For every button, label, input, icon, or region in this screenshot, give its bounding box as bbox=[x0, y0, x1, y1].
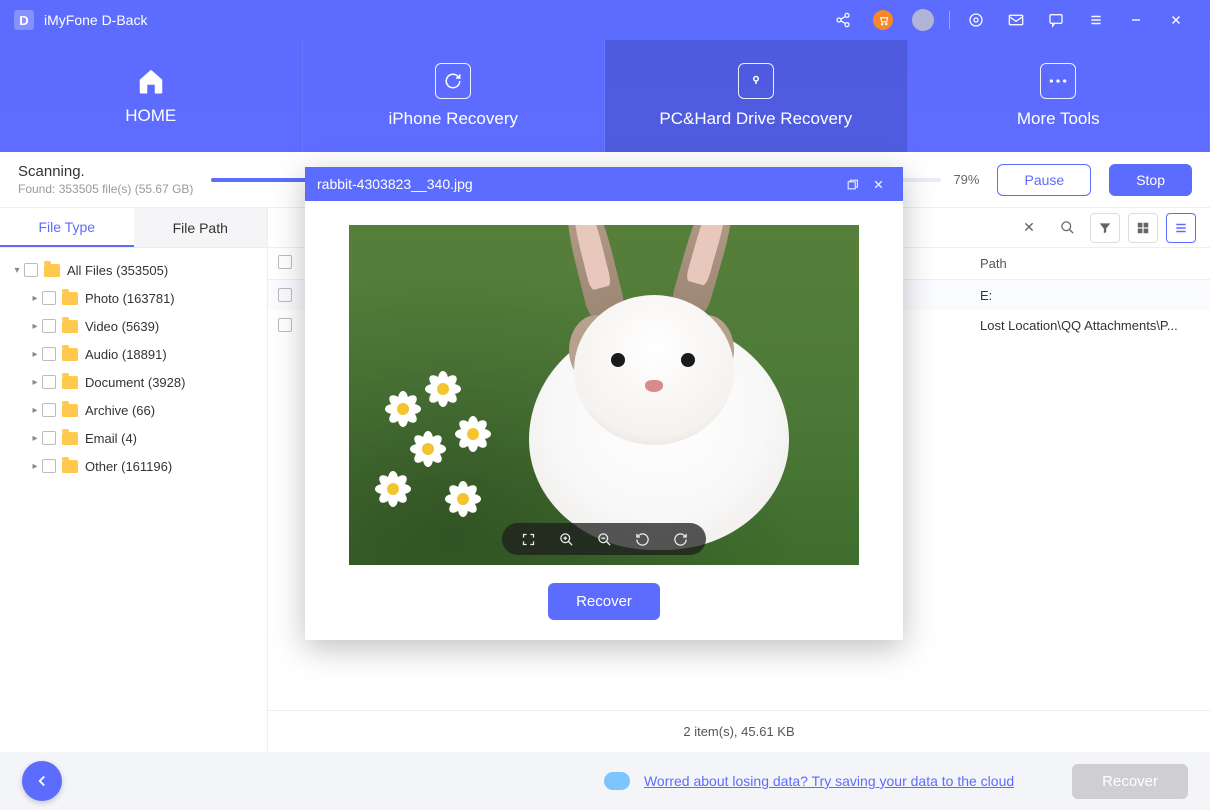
nav-iphone-label: iPhone Recovery bbox=[389, 109, 518, 129]
scan-status-label: Scanning. bbox=[18, 163, 193, 180]
home-icon bbox=[134, 66, 168, 96]
tab-file-type[interactable]: File Type bbox=[0, 208, 134, 247]
tree-label: Archive (66) bbox=[85, 403, 155, 418]
modal-filename: rabbit-4303823__340.jpg bbox=[317, 176, 473, 192]
folder-icon bbox=[62, 432, 78, 445]
stop-button[interactable]: Stop bbox=[1109, 164, 1192, 196]
tree-label: Audio (18891) bbox=[85, 347, 167, 362]
tree-other[interactable]: ▸Other (161196) bbox=[4, 452, 263, 480]
nav-iphone-recovery[interactable]: iPhone Recovery bbox=[303, 40, 606, 152]
app-title: iMyFone D-Back bbox=[44, 12, 147, 28]
nav-pc-label: PC&Hard Drive Recovery bbox=[659, 109, 852, 129]
close-icon[interactable] bbox=[1162, 6, 1190, 34]
mail-icon[interactable] bbox=[1002, 6, 1030, 34]
zoom-in-icon[interactable] bbox=[556, 529, 576, 549]
preview-modal: rabbit-4303823__340.jpg bbox=[305, 167, 903, 640]
checkbox[interactable] bbox=[42, 459, 56, 473]
folder-icon bbox=[62, 460, 78, 473]
cloud-icon bbox=[604, 772, 630, 790]
tree-label: Document (3928) bbox=[85, 375, 185, 390]
checkbox[interactable] bbox=[42, 291, 56, 305]
grid-view-icon[interactable] bbox=[1128, 213, 1158, 243]
user-avatar-icon[interactable] bbox=[909, 6, 937, 34]
fullscreen-icon[interactable] bbox=[518, 529, 538, 549]
row-path: Lost Location\QQ Attachments\P... bbox=[980, 318, 1210, 333]
nav-home[interactable]: HOME bbox=[0, 40, 303, 152]
folder-icon bbox=[62, 348, 78, 361]
modal-close-icon[interactable] bbox=[865, 171, 891, 197]
checkbox[interactable] bbox=[42, 431, 56, 445]
file-type-tree: ▾All Files (353505) ▸Photo (163781) ▸Vid… bbox=[0, 248, 267, 488]
tab-file-path[interactable]: File Path bbox=[134, 208, 268, 247]
minimize-icon[interactable] bbox=[1122, 6, 1150, 34]
tree-all-files[interactable]: ▾All Files (353505) bbox=[4, 256, 263, 284]
zoom-out-icon[interactable] bbox=[594, 529, 614, 549]
cart-icon[interactable] bbox=[869, 6, 897, 34]
monitor-icon bbox=[738, 63, 774, 99]
row-checkbox[interactable] bbox=[278, 288, 292, 302]
title-bar: D iMyFone D-Back bbox=[0, 0, 1210, 40]
column-path[interactable]: Path bbox=[980, 256, 1210, 271]
folder-icon bbox=[44, 264, 60, 277]
checkbox[interactable] bbox=[42, 375, 56, 389]
menu-icon[interactable] bbox=[1082, 6, 1110, 34]
image-preview bbox=[349, 225, 859, 565]
clear-search-icon[interactable]: ✕ bbox=[1014, 213, 1044, 243]
sidebar: File Type File Path ▾All Files (353505) … bbox=[0, 208, 268, 752]
tree-video[interactable]: ▸Video (5639) bbox=[4, 312, 263, 340]
tree-label: Other (161196) bbox=[85, 459, 172, 474]
selection-summary: 2 item(s), 45.61 KB bbox=[268, 710, 1210, 752]
modal-titlebar: rabbit-4303823__340.jpg bbox=[305, 167, 903, 201]
tree-label: Email (4) bbox=[85, 431, 137, 446]
rotate-right-icon[interactable] bbox=[670, 529, 690, 549]
settings-icon[interactable] bbox=[962, 6, 990, 34]
folder-icon bbox=[62, 376, 78, 389]
refresh-icon bbox=[435, 63, 471, 99]
select-all-checkbox[interactable] bbox=[278, 255, 292, 269]
tree-photo[interactable]: ▸Photo (163781) bbox=[4, 284, 263, 312]
scan-progress-percent: 79% bbox=[953, 172, 979, 187]
tree-archive[interactable]: ▸Archive (66) bbox=[4, 396, 263, 424]
tree-label: Photo (163781) bbox=[85, 291, 175, 306]
recover-button[interactable]: Recover bbox=[1072, 764, 1188, 799]
image-controls bbox=[502, 523, 706, 555]
back-button[interactable] bbox=[22, 761, 62, 801]
modal-recover-button[interactable]: Recover bbox=[548, 583, 660, 620]
cloud-backup-link[interactable]: Worred about losing data? Try saving you… bbox=[644, 773, 1014, 789]
nav-pc-recovery[interactable]: PC&Hard Drive Recovery bbox=[605, 40, 908, 152]
tree-label: Video (5639) bbox=[85, 319, 159, 334]
search-icon[interactable] bbox=[1052, 213, 1082, 243]
nav-more-label: More Tools bbox=[1017, 109, 1100, 129]
filter-icon[interactable] bbox=[1090, 213, 1120, 243]
list-view-icon[interactable] bbox=[1166, 213, 1196, 243]
folder-icon bbox=[62, 320, 78, 333]
checkbox[interactable] bbox=[24, 263, 38, 277]
app-logo-icon: D bbox=[14, 10, 34, 30]
rotate-left-icon[interactable] bbox=[632, 529, 652, 549]
checkbox[interactable] bbox=[42, 319, 56, 333]
top-nav: HOME iPhone Recovery PC&Hard Drive Recov… bbox=[0, 40, 1210, 152]
modal-maximize-icon[interactable] bbox=[839, 171, 865, 197]
tree-label: All Files (353505) bbox=[67, 263, 168, 278]
tree-document[interactable]: ▸Document (3928) bbox=[4, 368, 263, 396]
nav-more-tools[interactable]: More Tools bbox=[908, 40, 1210, 152]
bottom-bar: Worred about losing data? Try saving you… bbox=[0, 752, 1210, 810]
more-icon bbox=[1040, 63, 1076, 99]
row-path: E: bbox=[980, 288, 1210, 303]
checkbox[interactable] bbox=[42, 347, 56, 361]
share-icon[interactable] bbox=[829, 6, 857, 34]
scan-status-found: Found: 353505 file(s) (55.67 GB) bbox=[18, 182, 193, 196]
checkbox[interactable] bbox=[42, 403, 56, 417]
pause-button[interactable]: Pause bbox=[997, 164, 1091, 196]
nav-home-label: HOME bbox=[125, 106, 176, 126]
folder-icon bbox=[62, 292, 78, 305]
row-checkbox[interactable] bbox=[278, 318, 292, 332]
folder-icon bbox=[62, 404, 78, 417]
tree-audio[interactable]: ▸Audio (18891) bbox=[4, 340, 263, 368]
tree-email[interactable]: ▸Email (4) bbox=[4, 424, 263, 452]
feedback-icon[interactable] bbox=[1042, 6, 1070, 34]
